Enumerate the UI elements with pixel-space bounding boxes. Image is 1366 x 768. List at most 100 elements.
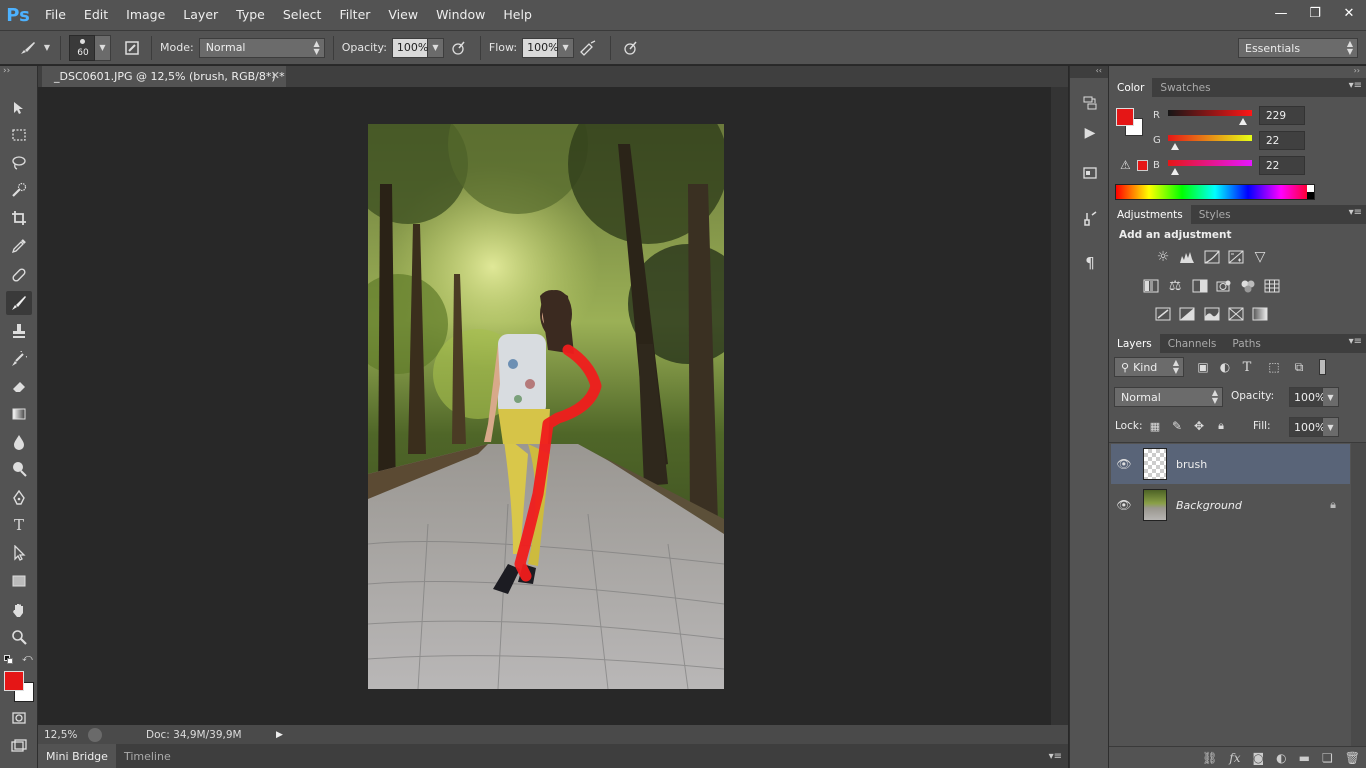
menu-file[interactable]: File bbox=[36, 0, 75, 30]
link-layers-icon[interactable]: ⛓ bbox=[1202, 751, 1217, 765]
quick-selection-tool-icon[interactable] bbox=[6, 178, 32, 202]
color-panel-fg-swatch[interactable] bbox=[1116, 108, 1134, 126]
status-info-icon[interactable] bbox=[88, 727, 102, 742]
rectangle-tool-icon[interactable] bbox=[6, 569, 32, 593]
crop-tool-icon[interactable] bbox=[6, 206, 32, 230]
tab-swatches[interactable]: Swatches bbox=[1152, 78, 1218, 97]
opacity-input[interactable]: 100% bbox=[391, 37, 428, 58]
airbrush-icon[interactable] bbox=[574, 39, 602, 56]
opacity-dropdown[interactable]: ▼ bbox=[427, 37, 444, 58]
gradient-map-icon[interactable] bbox=[1250, 305, 1270, 323]
lock-image-pixels-icon[interactable]: ✎ bbox=[1167, 417, 1187, 435]
vibrance-icon[interactable]: ▽ bbox=[1250, 248, 1270, 266]
pressure-opacity-icon[interactable] bbox=[444, 40, 472, 56]
red-thumb[interactable] bbox=[1239, 118, 1247, 125]
marquee-tool-icon[interactable] bbox=[6, 123, 32, 147]
clone-stamp-tool-icon[interactable] bbox=[6, 319, 32, 343]
filter-smart-objects-icon[interactable]: ⧉ bbox=[1289, 358, 1309, 376]
add-mask-icon[interactable]: ◙ bbox=[1253, 751, 1265, 765]
expand-panels-icon[interactable]: ‹‹ bbox=[1070, 66, 1108, 78]
selective-color-icon[interactable] bbox=[1226, 305, 1246, 323]
dodge-tool-icon[interactable] bbox=[6, 457, 32, 481]
default-colors-icon[interactable] bbox=[4, 655, 14, 665]
properties-icon[interactable] bbox=[1078, 162, 1102, 184]
menu-filter[interactable]: Filter bbox=[330, 0, 379, 30]
new-adjustment-layer-icon[interactable]: ◐ bbox=[1276, 751, 1286, 765]
filter-type-layers-icon[interactable]: T bbox=[1237, 358, 1257, 376]
tab-timeline[interactable]: Timeline bbox=[116, 744, 179, 768]
tab-layers[interactable]: Layers bbox=[1109, 334, 1160, 353]
pen-tool-icon[interactable] bbox=[6, 486, 32, 510]
menu-help[interactable]: Help bbox=[494, 0, 541, 30]
zoom-level[interactable]: 12,5% bbox=[38, 729, 88, 741]
lock-all-icon[interactable]: 🔒︎ bbox=[1211, 417, 1231, 435]
layer-fill-input[interactable]: 100% bbox=[1289, 417, 1325, 437]
layer-style-fx-icon[interactable]: fx bbox=[1229, 751, 1240, 765]
new-layer-icon[interactable]: ❏ bbox=[1322, 751, 1333, 765]
menu-edit[interactable]: Edit bbox=[75, 0, 117, 30]
lock-position-icon[interactable]: ✥ bbox=[1189, 417, 1209, 435]
layer-filter-kind-select[interactable]: ⚲ Kind ▲ ▼ bbox=[1114, 357, 1184, 377]
layer-opacity-dropdown[interactable]: ▼ bbox=[1323, 387, 1339, 407]
quick-mask-icon[interactable] bbox=[6, 706, 32, 730]
brush-preset-icon[interactable] bbox=[14, 40, 42, 56]
spectrum-black-white-chip[interactable] bbox=[1307, 185, 1314, 199]
delete-layer-trash-icon[interactable]: 🗑︎ bbox=[1345, 751, 1360, 765]
curves-icon[interactable] bbox=[1202, 248, 1222, 266]
swap-colors-icon[interactable]: ⤺ bbox=[22, 653, 33, 664]
brush-size-dropdown[interactable]: ▼ bbox=[95, 34, 111, 61]
blue-value-input[interactable]: 22 bbox=[1259, 156, 1305, 175]
actions-play-icon[interactable]: ▶ bbox=[1078, 122, 1102, 144]
levels-icon[interactable] bbox=[1177, 248, 1197, 266]
hand-tool-icon[interactable] bbox=[6, 598, 32, 622]
screen-mode-icon[interactable] bbox=[6, 734, 32, 758]
blur-tool-icon[interactable] bbox=[6, 430, 32, 454]
layer-name[interactable]: Background bbox=[1176, 499, 1242, 512]
history-icon[interactable] bbox=[1078, 92, 1102, 114]
tab-paths[interactable]: Paths bbox=[1224, 334, 1269, 353]
lasso-tool-icon[interactable] bbox=[6, 151, 32, 175]
layer-name[interactable]: brush bbox=[1176, 458, 1207, 471]
tab-channels[interactable]: Channels bbox=[1160, 334, 1225, 353]
panel-collapse-icon[interactable]: ›› bbox=[3, 66, 10, 76]
chevron-down-icon[interactable]: ▼ bbox=[42, 43, 52, 52]
red-track[interactable] bbox=[1168, 110, 1252, 116]
layer-filter-toggle[interactable] bbox=[1319, 359, 1326, 375]
menu-type[interactable]: Type bbox=[227, 0, 274, 30]
menu-image[interactable]: Image bbox=[117, 0, 174, 30]
move-tool-icon[interactable] bbox=[6, 96, 32, 120]
green-thumb[interactable] bbox=[1171, 143, 1179, 150]
layer-fill-dropdown[interactable]: ▼ bbox=[1323, 417, 1339, 437]
tab-color[interactable]: Color bbox=[1109, 78, 1153, 97]
restore-button[interactable]: ❐ bbox=[1298, 0, 1332, 26]
layer-opacity-input[interactable]: 100% bbox=[1289, 387, 1325, 407]
zoom-tool-icon[interactable] bbox=[6, 625, 32, 649]
visibility-eye-icon[interactable]: 👁︎ bbox=[1111, 457, 1137, 471]
mode-select[interactable]: Normal ▲ ▼ bbox=[198, 37, 325, 58]
eraser-tool-icon[interactable] bbox=[6, 374, 32, 398]
menu-view[interactable]: View bbox=[379, 0, 427, 30]
brush-panel-toggle-icon[interactable] bbox=[121, 40, 143, 56]
brush-tool-icon[interactable] bbox=[6, 291, 32, 315]
blue-slider[interactable]: B 22 bbox=[1153, 156, 1363, 180]
layers-scrollbar[interactable] bbox=[1351, 443, 1366, 747]
color-lookup-icon[interactable] bbox=[1262, 277, 1282, 295]
exposure-icon[interactable] bbox=[1226, 248, 1246, 266]
filter-adjustment-layers-icon[interactable]: ◐ bbox=[1215, 358, 1235, 376]
hue-saturation-icon[interactable] bbox=[1141, 277, 1161, 295]
filter-shape-layers-icon[interactable]: ⬚ bbox=[1264, 358, 1284, 376]
document-canvas-image[interactable] bbox=[368, 124, 724, 689]
black-white-icon[interactable] bbox=[1190, 277, 1210, 295]
healing-brush-tool-icon[interactable] bbox=[6, 263, 32, 287]
pressure-size-icon[interactable] bbox=[619, 40, 641, 56]
photo-filter-icon[interactable] bbox=[1214, 277, 1234, 295]
panel-menu-icon[interactable]: ▾≡ bbox=[1049, 751, 1062, 762]
tab-mini-bridge[interactable]: Mini Bridge bbox=[38, 744, 116, 768]
green-value-input[interactable]: 22 bbox=[1259, 131, 1305, 150]
brush-size-picker[interactable]: 60 bbox=[69, 34, 95, 61]
flow-input[interactable]: 100% bbox=[522, 37, 559, 58]
brightness-contrast-icon[interactable]: ☼ bbox=[1153, 248, 1173, 266]
tab-styles[interactable]: Styles bbox=[1191, 205, 1239, 224]
gradient-tool-icon[interactable] bbox=[6, 402, 32, 426]
layer-row-background[interactable]: 👁︎ Background 🔒︎ bbox=[1111, 485, 1350, 525]
